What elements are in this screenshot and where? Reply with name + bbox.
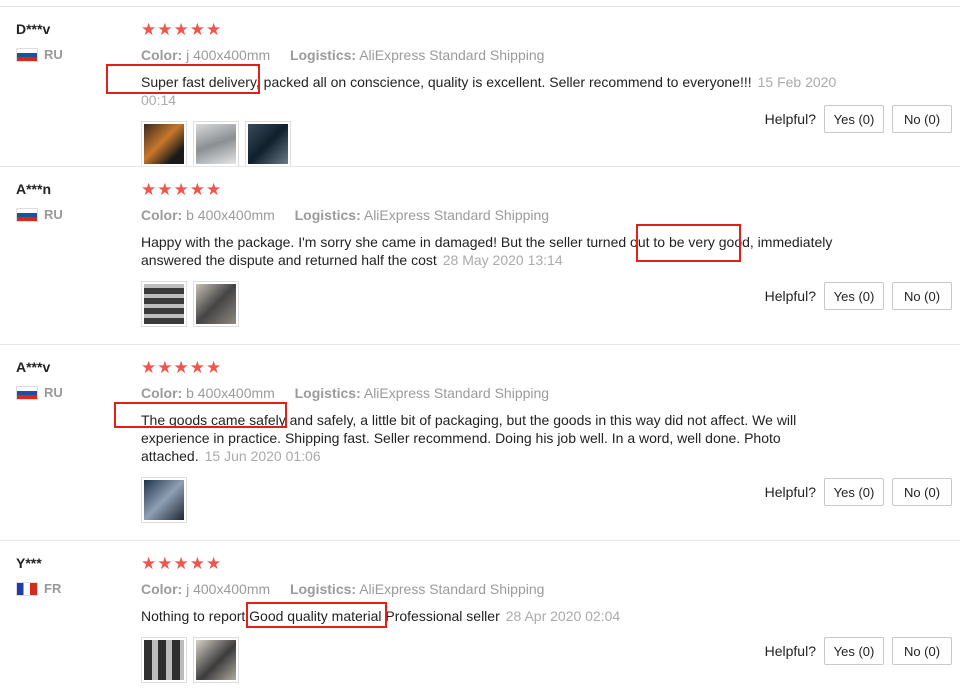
photo-thumbnail[interactable]	[141, 477, 187, 523]
photo-thumbnail[interactable]	[245, 121, 291, 167]
reviewer-country: FR	[16, 581, 61, 596]
review-date: 15 Jun 2020 01:06	[204, 448, 321, 464]
helpful-controls: Helpful? Yes (0) No (0)	[765, 282, 952, 310]
highlight-box	[246, 602, 387, 628]
star-rating: ★★★★★	[141, 554, 223, 573]
reviewer-country: RU	[16, 385, 63, 400]
photo-thumbnails	[141, 637, 853, 683]
review-meta: Color: b 400x400mm Logistics: AliExpress…	[141, 207, 853, 223]
helpful-no-button[interactable]: No (0)	[892, 637, 952, 665]
photo-thumbnail[interactable]	[141, 637, 187, 683]
helpful-label: Helpful?	[764, 643, 816, 659]
logistics-label: Logistics:	[289, 47, 357, 63]
france-flag-icon	[16, 581, 38, 596]
star-rating: ★★★★★	[141, 180, 223, 199]
country-code: FR	[44, 581, 62, 596]
review-item: A***n RU ★★★★★ Color: b 400x400mm Logist…	[0, 166, 960, 345]
reviewer-info: A***v RU	[16, 359, 63, 400]
helpful-label: Helpful?	[764, 288, 816, 304]
helpful-controls: Helpful? Yes (0) No (0)	[765, 105, 952, 133]
russia-flag-icon	[16, 47, 38, 62]
reviewer-info: A***n RU	[16, 181, 63, 222]
star-rating: ★★★★★	[141, 20, 223, 39]
helpful-label: Helpful?	[764, 484, 816, 500]
review-text-block: Happy with the package. I'm sorry she ca…	[141, 233, 853, 269]
reviewer-info: Y*** FR	[16, 555, 61, 596]
logistics-value: AliExpress Standard Shipping	[359, 47, 545, 63]
reviewer-info: D***v RU	[16, 21, 63, 62]
helpful-no-button[interactable]: No (0)	[892, 282, 952, 310]
logistics-label: Logistics:	[289, 581, 357, 597]
review-meta: Color: j 400x400mm Logistics: AliExpress…	[141, 47, 853, 63]
reviewer-name: D***v	[16, 21, 51, 37]
helpful-controls: Helpful? Yes (0) No (0)	[765, 637, 952, 665]
helpful-controls: Helpful? Yes (0) No (0)	[765, 478, 952, 506]
logistics-value: AliExpress Standard Shipping	[363, 385, 550, 401]
highlight-box	[114, 402, 287, 428]
photo-thumbnails	[141, 281, 853, 327]
color-label: Color:	[141, 207, 183, 223]
country-code: RU	[44, 47, 63, 62]
color-value: b 400x400mm	[186, 385, 275, 401]
photo-thumbnail[interactable]	[193, 281, 239, 327]
color-value: j 400x400mm	[186, 47, 271, 63]
review-item: Y*** FR ★★★★★ Color: j 400x400mm Logisti…	[0, 540, 960, 688]
color-value: b 400x400mm	[186, 207, 275, 223]
reviewer-country: RU	[16, 47, 63, 62]
review-meta: Color: j 400x400mm Logistics: AliExpress…	[141, 581, 853, 597]
logistics-value: AliExpress Standard Shipping	[359, 581, 545, 597]
color-value: j 400x400mm	[186, 581, 271, 597]
helpful-yes-button[interactable]: Yes (0)	[824, 105, 884, 133]
review-item: A***v RU ★★★★★ Color: b 400x400mm Logist…	[0, 344, 960, 541]
photo-thumbnail[interactable]	[141, 281, 187, 327]
reviewer-country: RU	[16, 207, 63, 222]
review-date: 28 May 2020 13:14	[442, 252, 563, 268]
helpful-yes-button[interactable]: Yes (0)	[824, 637, 884, 665]
review-date: 28 Apr 2020 02:04	[505, 608, 621, 624]
reviewer-name: A***v	[16, 359, 51, 375]
photo-thumbnails	[141, 121, 853, 167]
photo-thumbnails	[141, 477, 853, 523]
review-content: ★★★★★ Color: b 400x400mm Logistics: AliE…	[141, 181, 853, 327]
logistics-value: AliExpress Standard Shipping	[363, 207, 550, 223]
photo-thumbnail[interactable]	[193, 637, 239, 683]
country-code: RU	[44, 385, 63, 400]
helpful-yes-button[interactable]: Yes (0)	[824, 282, 884, 310]
photo-thumbnail[interactable]	[141, 121, 187, 167]
photo-thumbnail[interactable]	[193, 121, 239, 167]
reviewer-name: A***n	[16, 181, 52, 197]
russia-flag-icon	[16, 207, 38, 222]
helpful-yes-button[interactable]: Yes (0)	[824, 478, 884, 506]
star-rating: ★★★★★	[141, 358, 223, 377]
color-label: Color:	[141, 385, 183, 401]
helpful-no-button[interactable]: No (0)	[892, 105, 952, 133]
review-content: ★★★★★ Color: j 400x400mm Logistics: AliE…	[141, 21, 853, 167]
color-label: Color:	[141, 581, 183, 597]
highlight-box	[106, 64, 260, 94]
logistics-label: Logistics:	[294, 207, 361, 223]
country-code: RU	[44, 207, 63, 222]
highlight-box	[636, 224, 741, 262]
reviewer-name: Y***	[16, 555, 42, 571]
russia-flag-icon	[16, 385, 38, 400]
logistics-label: Logistics:	[294, 385, 361, 401]
helpful-no-button[interactable]: No (0)	[892, 478, 952, 506]
color-label: Color:	[141, 47, 183, 63]
review-meta: Color: b 400x400mm Logistics: AliExpress…	[141, 385, 853, 401]
review-content: ★★★★★ Color: b 400x400mm Logistics: AliE…	[141, 359, 853, 523]
reviews-list: D***v RU ★★★★★ Color: j 400x400mm Logist…	[0, 0, 980, 688]
helpful-label: Helpful?	[764, 111, 816, 127]
